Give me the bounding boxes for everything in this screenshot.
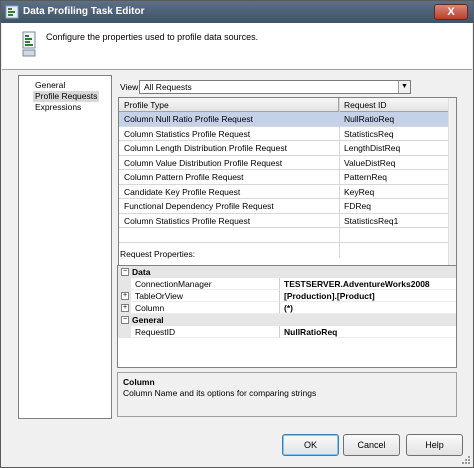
- nav-panel: General Profile Requests Expressions: [18, 75, 112, 419]
- category-label: General: [132, 315, 164, 325]
- header-description: Configure the properties used to profile…: [46, 32, 259, 42]
- view-dropdown[interactable]: All Requests ▼: [139, 80, 411, 94]
- ok-button[interactable]: OK: [282, 434, 339, 456]
- title-bar[interactable]: Data Profiling Task Editor X: [1, 1, 473, 23]
- empty-cell: [339, 228, 449, 243]
- property-row-column[interactable]: + Column (*): [118, 302, 456, 314]
- profile-type-cell: Column Length Distribution Profile Reque…: [119, 141, 339, 156]
- dialog-window: Data Profiling Task Editor X Configure t…: [0, 0, 474, 468]
- property-grid: − Data ConnectionManager TESTSERVER.Adve…: [117, 265, 457, 368]
- property-name: RequestID: [132, 326, 280, 338]
- property-gutter: [118, 326, 131, 338]
- property-name: ConnectionManager: [132, 278, 280, 290]
- help-title: Column: [123, 377, 155, 387]
- empty-cell: [119, 228, 339, 243]
- property-help-panel: Column Column Name and its options for c…: [117, 372, 457, 417]
- property-value[interactable]: NullRatioReq: [281, 326, 456, 338]
- profile-task-icon: [22, 31, 36, 57]
- cancel-button[interactable]: Cancel: [343, 434, 400, 456]
- request-id-cell: StatisticsReq1: [339, 214, 449, 228]
- request-id-cell: StatisticsReq: [339, 127, 449, 141]
- collapse-icon[interactable]: −: [121, 268, 129, 276]
- property-name: Column: [132, 302, 280, 314]
- nav-item-expressions[interactable]: Expressions: [35, 102, 81, 113]
- property-name: TableOrView: [132, 290, 280, 302]
- profile-type-cell: Functional Dependency Profile Request: [119, 199, 339, 214]
- request-id-cell: FDReq: [339, 199, 449, 214]
- profile-type-cell: Column Null Ratio Profile Request: [119, 112, 339, 127]
- profile-type-cell: Column Statistics Profile Request: [119, 214, 339, 228]
- profile-type-cell: Column Pattern Profile Request: [119, 170, 339, 185]
- table-row[interactable]: Column Null Ratio Profile Request NullRa…: [119, 112, 449, 127]
- header-panel: Configure the properties used to profile…: [2, 23, 472, 69]
- category-general[interactable]: − General: [118, 314, 456, 326]
- help-description: Column Name and its options for comparin…: [123, 388, 317, 398]
- nav-item-general[interactable]: General: [35, 80, 65, 91]
- profile-type-cell: Column Value Distribution Profile Reques…: [119, 156, 339, 170]
- expand-icon[interactable]: +: [121, 292, 129, 300]
- table-row[interactable]: Candidate Key Profile Request KeyReq: [119, 185, 449, 199]
- expand-icon[interactable]: +: [121, 304, 129, 312]
- property-value[interactable]: [Production].[Product]: [281, 290, 456, 302]
- chevron-down-icon[interactable]: ▼: [398, 81, 410, 93]
- table-row[interactable]: Column Value Distribution Profile Reques…: [119, 156, 449, 170]
- header-separator: [2, 69, 472, 70]
- request-id-cell: LengthDistReq: [339, 141, 449, 156]
- close-button[interactable]: X: [434, 4, 468, 20]
- profile-type-cell: Column Statistics Profile Request: [119, 127, 339, 141]
- nav-item-profile-requests[interactable]: Profile Requests: [33, 91, 100, 102]
- table-row[interactable]: Functional Dependency Profile Request FD…: [119, 199, 449, 214]
- property-row-connection-manager[interactable]: ConnectionManager TESTSERVER.AdventureWo…: [118, 278, 456, 290]
- view-dropdown-value: All Requests: [144, 82, 192, 92]
- profile-type-cell: Candidate Key Profile Request: [119, 185, 339, 199]
- view-label: View: [120, 82, 139, 92]
- property-value[interactable]: (*): [281, 302, 456, 314]
- table-row[interactable]: Column Pattern Profile Request PatternRe…: [119, 170, 449, 185]
- table-row-empty[interactable]: [119, 228, 449, 243]
- app-icon: [5, 5, 19, 19]
- request-id-cell: PatternReq: [339, 170, 449, 185]
- category-label: Data: [132, 267, 151, 277]
- property-value[interactable]: TESTSERVER.AdventureWorks2008: [281, 278, 456, 290]
- window-title: Data Profiling Task Editor: [23, 6, 145, 17]
- request-id-cell: ValueDistReq: [339, 156, 449, 170]
- resize-grip-icon[interactable]: [461, 455, 471, 465]
- property-row-request-id[interactable]: RequestID NullRatioReq: [118, 326, 456, 338]
- property-row-table-or-view[interactable]: + TableOrView [Production].[Product]: [118, 290, 456, 302]
- table-row[interactable]: Column Statistics Profile Request Statis…: [119, 214, 449, 228]
- category-data[interactable]: − Data: [118, 266, 456, 278]
- table-row[interactable]: Column Length Distribution Profile Reque…: [119, 141, 449, 156]
- main-content: View All Requests ▼ Profile Type Request…: [117, 77, 457, 417]
- column-header-request-id[interactable]: Request ID: [339, 98, 449, 112]
- column-header-profile-type[interactable]: Profile Type: [119, 98, 339, 112]
- table-row[interactable]: Column Statistics Profile Request Statis…: [119, 127, 449, 141]
- collapse-icon[interactable]: −: [121, 316, 129, 324]
- request-id-cell: KeyReq: [339, 185, 449, 199]
- help-button[interactable]: Help: [406, 434, 463, 456]
- request-properties-label: Request Properties:: [120, 249, 196, 259]
- property-gutter: [118, 278, 131, 290]
- request-id-cell: NullRatioReq: [339, 112, 449, 127]
